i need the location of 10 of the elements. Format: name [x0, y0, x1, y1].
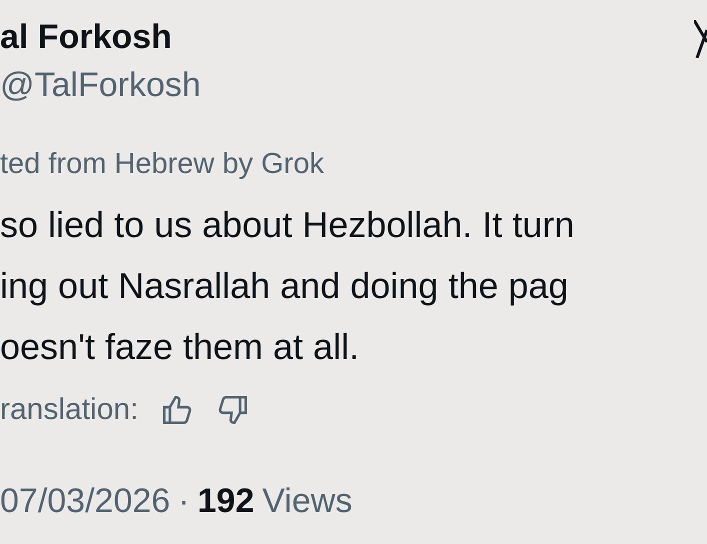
- post-date: 07/03/2026: [0, 481, 170, 521]
- post-text: so lied to us about Hezbollah. It turn ing out Nasrallah and doing the pag oesn't faze them at all.: [0, 203, 574, 369]
- author-handle: @TalForkosh: [0, 65, 201, 106]
- author-name: al Forkosh: [0, 17, 172, 58]
- separator-dot: ·: [178, 481, 190, 521]
- translation-note: ted from Hebrew by Grok: [0, 147, 324, 182]
- views-label: Views: [262, 481, 352, 521]
- logo-icon: [694, 20, 707, 58]
- rate-translation-label: ranslation:: [0, 392, 138, 428]
- views-count: 192: [198, 481, 254, 521]
